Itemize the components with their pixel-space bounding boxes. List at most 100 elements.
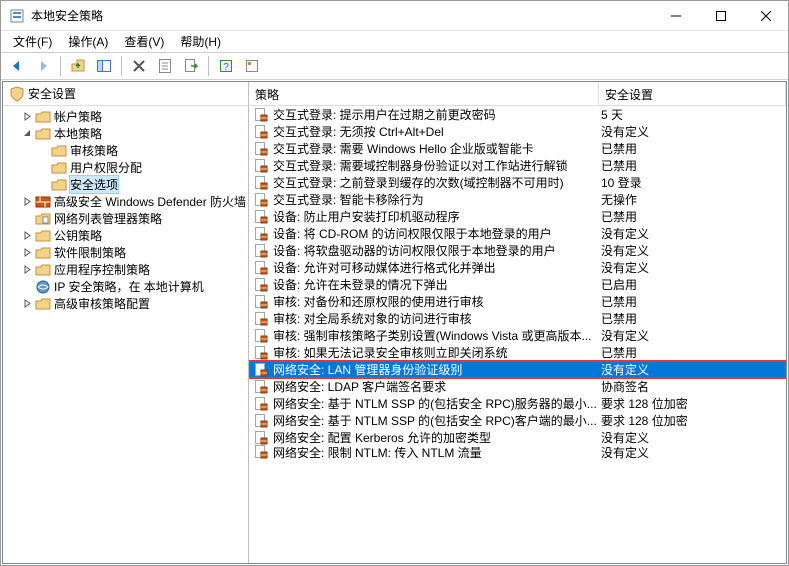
list-row[interactable]: 审核: 强制审核策略子类别设置(Windows Vista 或更高版本...没有…: [249, 327, 786, 344]
tree-item[interactable]: 公钥策略: [3, 227, 248, 244]
policy-label: 交互式登录: 之前登录到缓存的次数(域控制器不可用时): [273, 174, 564, 191]
toolbar-separator: [60, 56, 61, 76]
list-row[interactable]: 交互式登录: 需要域控制器身份验证以对工作站进行解锁已禁用: [249, 157, 786, 174]
setting-cell: 没有定义: [599, 259, 786, 276]
list-row[interactable]: 网络安全: 基于 NTLM SSP 的(包括安全 RPC)服务器的最小...要求…: [249, 395, 786, 412]
policy-icon: [253, 294, 269, 310]
export-button[interactable]: [179, 55, 203, 77]
tree-pane[interactable]: 安全设置 帐户策略本地策略审核策略用户权限分配安全选项高级安全 Windows …: [3, 82, 249, 563]
tree-item[interactable]: 网络列表管理器策略: [3, 210, 248, 227]
setting-cell: 没有定义: [599, 123, 786, 140]
list-row[interactable]: 设备: 允许对可移动媒体进行格式化并弹出 没有定义: [249, 259, 786, 276]
tree-item[interactable]: 审核策略: [3, 142, 248, 159]
setting-cell: 已禁用: [599, 208, 786, 225]
refresh-button[interactable]: ?: [214, 55, 238, 77]
list-row[interactable]: 网络安全: 基于 NTLM SSP 的(包括安全 RPC)客户端的最小...要求…: [249, 412, 786, 429]
expand-icon[interactable]: [19, 296, 35, 312]
policy-cell: 交互式登录: 之前登录到缓存的次数(域控制器不可用时): [249, 174, 599, 191]
list-row[interactable]: 设备: 允许在未登录的情况下弹出已启用: [249, 276, 786, 293]
properties-button[interactable]: [153, 55, 177, 77]
menu-help[interactable]: 帮助(H): [172, 31, 229, 52]
list-row[interactable]: 审核: 对备份和还原权限的使用进行审核已禁用: [249, 293, 786, 310]
policy-label: 审核: 强制审核策略子类别设置(Windows Vista 或更高版本...: [273, 327, 591, 344]
menu-file[interactable]: 文件(F): [5, 31, 60, 52]
list-row[interactable]: 交互式登录: 无须按 Ctrl+Alt+Del没有定义: [249, 123, 786, 140]
tree-item-label: 软件限制策略: [54, 244, 126, 261]
list-pane: 策略 安全设置 交互式登录: 提示用户在过期之前更改密码5 天交互式登录: 无须…: [249, 82, 786, 563]
maximize-button[interactable]: [698, 1, 743, 30]
menu-view[interactable]: 查看(V): [116, 31, 172, 52]
policy-cell: 审核: 对全局系统对象的访问进行审核: [249, 310, 599, 327]
policy-cell: 网络安全: 基于 NTLM SSP 的(包括安全 RPC)客户端的最小...: [249, 412, 599, 429]
policy-cell: 网络安全: 基于 NTLM SSP 的(包括安全 RPC)服务器的最小...: [249, 395, 599, 412]
expand-icon[interactable]: [19, 262, 35, 278]
tree-item[interactable]: 安全选项: [3, 176, 248, 193]
show-hide-tree-button[interactable]: [92, 55, 116, 77]
list-row[interactable]: 设备: 将软盘驱动器的访问权限仅限于本地登录的用户没有定义: [249, 242, 786, 259]
setting-cell: 10 登录: [599, 174, 786, 191]
help-button[interactable]: [240, 55, 264, 77]
ipsec-icon: [35, 279, 51, 295]
back-button[interactable]: [5, 55, 29, 77]
policy-icon: [253, 158, 269, 174]
setting-cell: 已禁用: [599, 344, 786, 361]
policy-label: 设备: 允许对可移动媒体进行格式化并弹出: [273, 259, 496, 276]
list-row[interactable]: 交互式登录: 智能卡移除行为无操作: [249, 191, 786, 208]
tree-item[interactable]: 用户权限分配: [3, 159, 248, 176]
list-row[interactable]: 网络安全: LAN 管理器身份验证级别没有定义: [249, 361, 786, 378]
setting-cell: 没有定义: [599, 242, 786, 259]
tree-header[interactable]: 安全设置: [3, 82, 248, 106]
tree-item[interactable]: 帐户策略: [3, 108, 248, 125]
policy-label: 交互式登录: 智能卡移除行为: [273, 191, 424, 208]
tree-item[interactable]: 应用程序控制策略: [3, 261, 248, 278]
policy-cell: 设备: 将 CD-ROM 的访问权限仅限于本地登录的用户: [249, 225, 599, 242]
setting-cell: 已禁用: [599, 293, 786, 310]
expand-icon: [35, 160, 51, 176]
app-icon: [9, 8, 25, 24]
list-row[interactable]: 设备: 将 CD-ROM 的访问权限仅限于本地登录的用户没有定义: [249, 225, 786, 242]
policy-cell: 设备: 允许对可移动媒体进行格式化并弹出: [249, 259, 599, 276]
list-body[interactable]: 交互式登录: 提示用户在过期之前更改密码5 天交互式登录: 无须按 Ctrl+A…: [249, 106, 786, 563]
list-row[interactable]: 审核: 对全局系统对象的访问进行审核已禁用: [249, 310, 786, 327]
policy-cell: 审核: 如果无法记录安全审核则立即关闭系统: [249, 344, 599, 361]
list-row[interactable]: 网络安全: 限制 NTLM: 传入 NTLM 流量没有定义: [249, 446, 786, 458]
policy-icon: [253, 413, 269, 429]
minimize-button[interactable]: [653, 1, 698, 30]
policy-label: 设备: 将 CD-ROM 的访问权限仅限于本地登录的用户: [273, 225, 552, 242]
expand-icon[interactable]: [19, 194, 35, 210]
policy-cell: 交互式登录: 智能卡移除行为: [249, 191, 599, 208]
list-row[interactable]: 交互式登录: 提示用户在过期之前更改密码5 天: [249, 106, 786, 123]
tree-item-label: 应用程序控制策略: [54, 261, 150, 278]
policy-cell: 设备: 将软盘驱动器的访问权限仅限于本地登录的用户: [249, 242, 599, 259]
list-row[interactable]: 交互式登录: 之前登录到缓存的次数(域控制器不可用时) 10 登录: [249, 174, 786, 191]
collapse-icon[interactable]: [19, 126, 35, 142]
delete-button[interactable]: [127, 55, 151, 77]
policy-cell: 网络安全: LDAP 客户端签名要求: [249, 378, 599, 395]
up-button[interactable]: [66, 55, 90, 77]
expand-icon[interactable]: [19, 228, 35, 244]
tree-header-label: 安全设置: [28, 85, 76, 102]
tree-item-label: 高级安全 Windows Defender 防火墙: [54, 193, 246, 210]
list-row[interactable]: 网络安全: LDAP 客户端签名要求协商签名: [249, 378, 786, 395]
policy-label: 交互式登录: 需要 Windows Hello 企业版或智能卡: [273, 140, 534, 157]
tree-item[interactable]: 本地策略: [3, 125, 248, 142]
close-button[interactable]: [743, 1, 788, 30]
folder-icon: [51, 177, 67, 193]
expand-icon[interactable]: [19, 245, 35, 261]
setting-cell: 已禁用: [599, 157, 786, 174]
expand-icon[interactable]: [19, 109, 35, 125]
tree-item[interactable]: IP 安全策略，在 本地计算机: [3, 278, 248, 295]
content-area: 安全设置 帐户策略本地策略审核策略用户权限分配安全选项高级安全 Windows …: [2, 81, 787, 564]
column-policy[interactable]: 策略: [249, 82, 599, 105]
list-row[interactable]: 审核: 如果无法记录安全审核则立即关闭系统 已禁用: [249, 344, 786, 361]
menu-action[interactable]: 操作(A): [60, 31, 116, 52]
list-row[interactable]: 交互式登录: 需要 Windows Hello 企业版或智能卡已禁用: [249, 140, 786, 157]
list-row[interactable]: 设备: 防止用户安装打印机驱动程序已禁用: [249, 208, 786, 225]
tree-item[interactable]: 高级安全 Windows Defender 防火墙: [3, 193, 248, 210]
policy-label: 审核: 如果无法记录安全审核则立即关闭系统: [273, 344, 508, 361]
forward-button[interactable]: [31, 55, 55, 77]
column-setting[interactable]: 安全设置: [599, 82, 786, 105]
tree-item[interactable]: 高级审核策略配置: [3, 295, 248, 312]
tree-item[interactable]: 软件限制策略: [3, 244, 248, 261]
policy-icon: [253, 396, 269, 412]
